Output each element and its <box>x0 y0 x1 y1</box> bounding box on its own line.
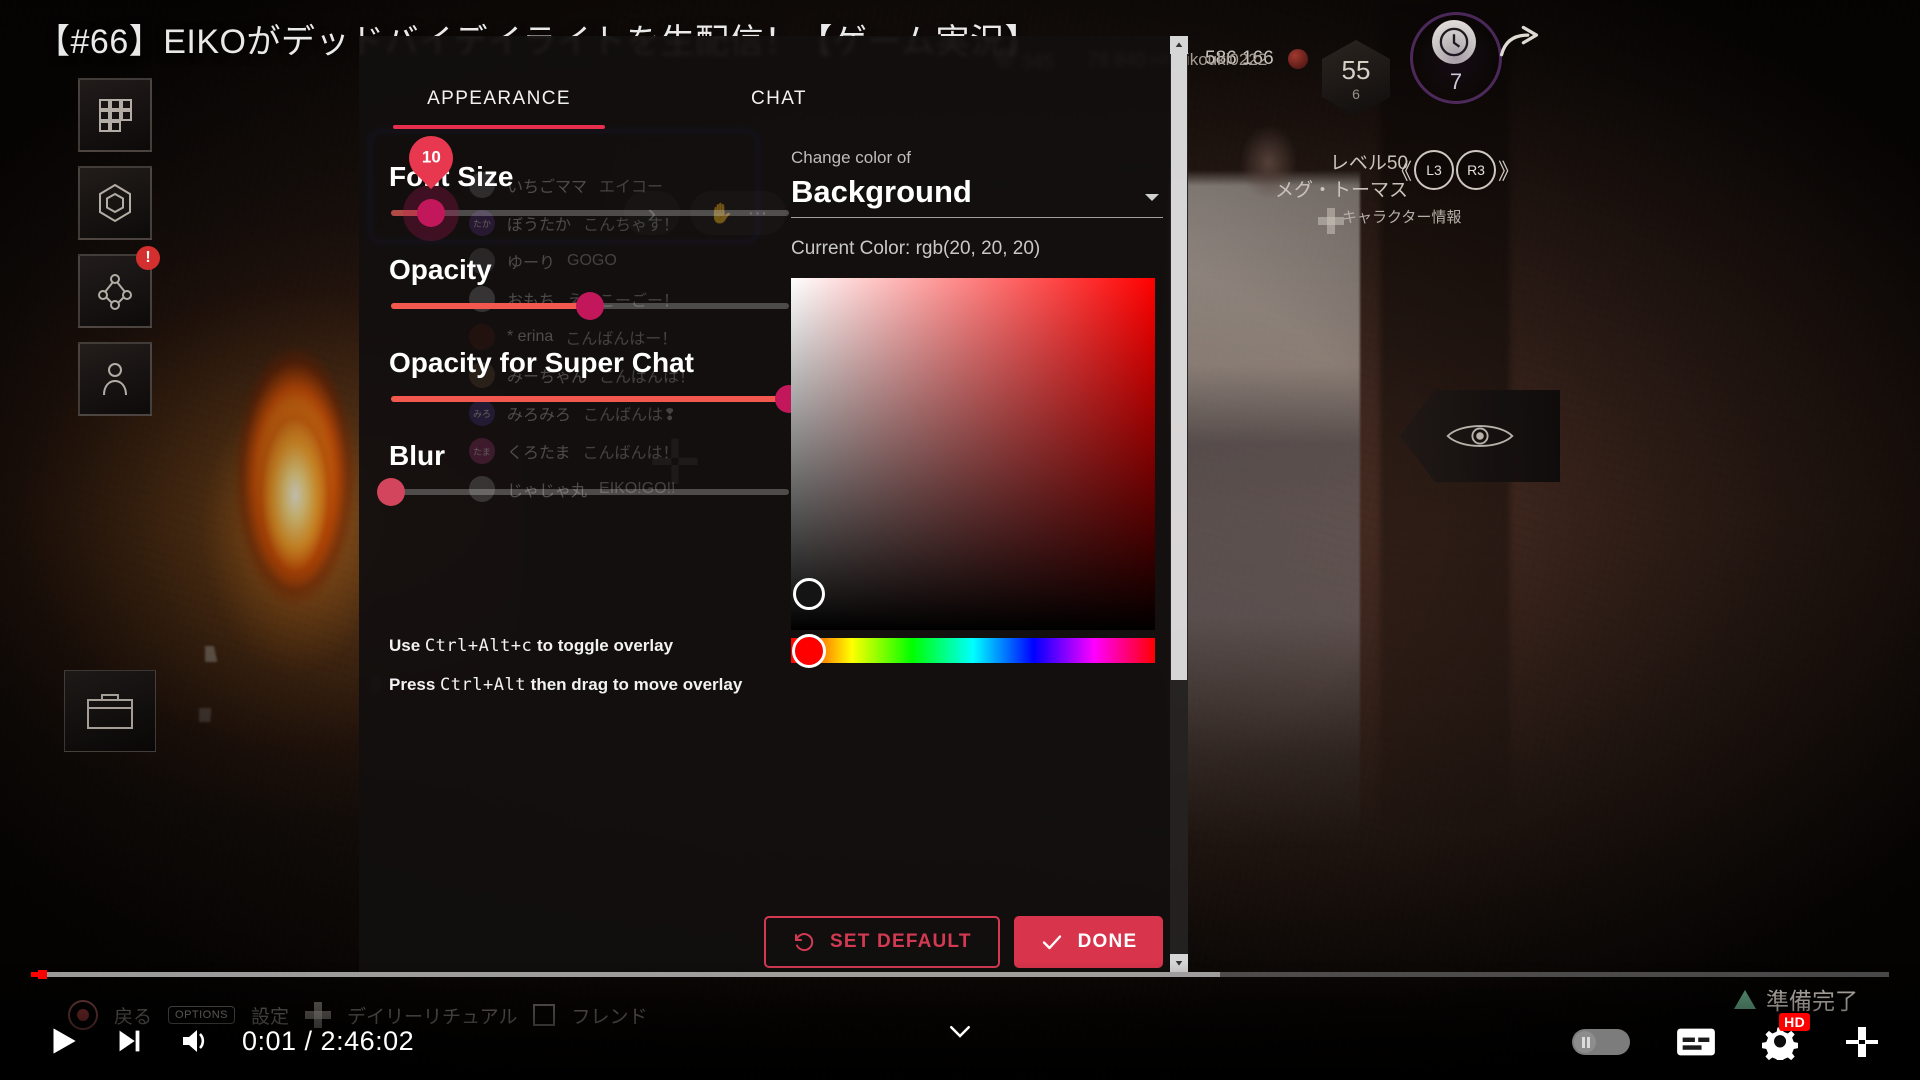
autoplay-knob <box>1574 1031 1596 1053</box>
sv-cursor[interactable] <box>793 578 825 610</box>
exit-fullscreen-button[interactable] <box>1844 1024 1880 1060</box>
share-icon[interactable] <box>1495 22 1543 70</box>
hue-cursor[interactable] <box>792 633 826 668</box>
opacity-slider[interactable] <box>391 292 789 320</box>
quality-badge: HD <box>1779 1013 1810 1031</box>
settings-gear[interactable]: HD <box>1762 1013 1810 1060</box>
chevron-left-icon: 《 <box>1390 159 1413 184</box>
opacity-super-chat-label: Opacity for Super Chat <box>389 347 694 378</box>
character-info-prompt[interactable]: キャラクター情報 <box>1318 206 1461 234</box>
perk-slot-person[interactable] <box>78 342 152 416</box>
chevron-right-icon: 》 <box>1498 159 1521 184</box>
saturation-value-area[interactable] <box>791 278 1155 630</box>
play-button[interactable] <box>44 1022 82 1060</box>
blur-slider-thumb[interactable] <box>377 478 405 506</box>
progress-handle[interactable] <box>37 970 47 979</box>
current-color-text: Current Color: rgb(20, 20, 20) <box>791 238 1041 259</box>
tab-appearance[interactable]: APPEARANCE <box>359 76 639 129</box>
perk-slot-network[interactable]: ! <box>78 246 160 328</box>
time-display: 0:01 / 2:46:02 <box>242 1025 415 1056</box>
r3-button[interactable]: R3 <box>1456 150 1497 190</box>
opacity-super-chat-slider[interactable] <box>391 385 803 413</box>
done-label: DONE <box>1077 931 1138 952</box>
blur-label: Blur <box>389 440 445 471</box>
dpad-icon <box>1318 207 1344 234</box>
player-left-controls: 0:01 / 2:46:02 <box>44 1022 414 1060</box>
show-more-caret[interactable] <box>945 1016 975 1046</box>
opacity-slider-fill <box>391 303 590 309</box>
opacity-super-chat-slider-fill <box>391 396 789 402</box>
font-size-group: Font Size 10 <box>389 126 789 241</box>
opacity-label: Opacity <box>389 254 492 285</box>
reset-icon <box>792 930 816 954</box>
panel-action-buttons: SET DEFAULT DONE <box>764 916 1164 968</box>
hue-slider[interactable] <box>791 633 1155 668</box>
panel-scrollbar[interactable] <box>1170 36 1188 972</box>
stick-buttons: 《 L3 R3 》 <box>1390 150 1520 190</box>
opacity-group: Opacity <box>389 254 789 320</box>
perk-slot-hex[interactable] <box>78 166 152 240</box>
perk-list: ! <box>78 78 160 430</box>
l3-button[interactable]: L3 <box>1414 150 1455 190</box>
color-picker-section: Change color of Background Current Color… <box>791 148 1163 668</box>
tab-chat[interactable]: CHAT <box>639 76 919 122</box>
bloodweb-icon <box>1287 49 1308 69</box>
blur-group: Blur <box>377 440 789 506</box>
item-slot[interactable] <box>64 670 156 752</box>
opacity-super-chat-group: Opacity for Super Chat <box>389 347 803 413</box>
font-size-slider-thumb[interactable] <box>402 185 459 241</box>
set-default-label: SET DEFAULT <box>830 931 972 952</box>
blur-slider[interactable] <box>377 478 789 506</box>
progress-buffered <box>31 972 1221 977</box>
screenshot-root: 【#66】EIKOがデッドバイデイライトを生配信！【ゲーム実況】 ! <box>0 0 1920 1080</box>
volume-button[interactable] <box>176 1023 212 1059</box>
chat-overlay-settings-panel: いちごママ エイコー たか ぼうたか こんちゃす！ ゆーり GOGO おもち え… <box>359 36 1188 972</box>
color-target-value: Background <box>791 174 972 209</box>
font-size-slider[interactable]: 10 <box>391 126 789 241</box>
next-button[interactable] <box>112 1024 146 1058</box>
chevron-down-icon <box>1145 194 1159 201</box>
progress-bar[interactable] <box>31 970 1889 979</box>
set-default-button[interactable]: SET DEFAULT <box>764 916 1000 968</box>
scroll-up-arrow[interactable] <box>1170 36 1188 54</box>
perk-alert-badge: ! <box>136 246 160 270</box>
overlay-tabs: APPEARANCE CHAT <box>359 76 919 129</box>
scrollbar-thumb[interactable] <box>1171 54 1187 680</box>
subtitles-button[interactable] <box>1676 1027 1716 1057</box>
keyboard-hints: Use Ctrl+Alt+c to toggle overlay Press C… <box>389 636 742 714</box>
player-right-controls: HD <box>1572 1013 1880 1060</box>
done-button[interactable]: DONE <box>1013 916 1164 968</box>
character-level-info: レベル50 メグ・トーマス <box>1275 153 1409 201</box>
change-color-label: Change color of <box>791 148 912 167</box>
youtube-player-controls: 0:01 / 2:46:02 HD <box>0 962 1920 1080</box>
color-target-select[interactable]: Background <box>791 174 1163 218</box>
match-timer: 7 <box>1410 12 1502 104</box>
appearance-controls: Font Size 10 Opacity Opacity for Super C <box>377 126 803 512</box>
hint-toggle-overlay: Use Ctrl+Alt+c to toggle overlay <box>389 636 674 656</box>
autoplay-toggle[interactable] <box>1572 1029 1630 1055</box>
check-icon <box>1040 930 1064 954</box>
hint-move-overlay: Press Ctrl+Alt then drag to move overlay <box>389 675 743 695</box>
opacity-slider-thumb[interactable] <box>576 292 604 320</box>
perk-slot-grid[interactable] <box>78 78 152 152</box>
